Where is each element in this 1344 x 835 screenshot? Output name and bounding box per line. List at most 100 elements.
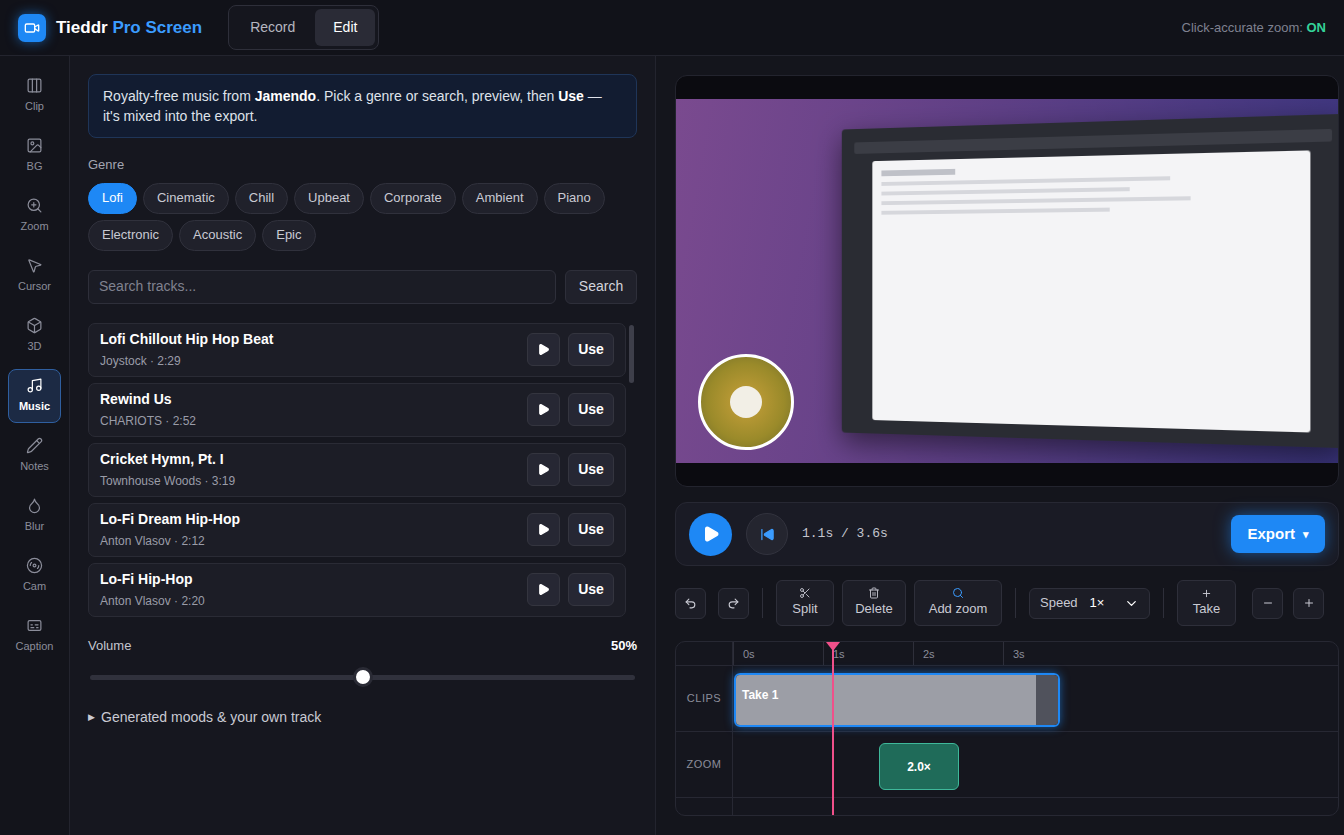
sidebar-icon: [26, 497, 43, 514]
redo-button[interactable]: [718, 588, 749, 619]
app-name: Tieddr Pro Screen: [56, 15, 202, 41]
search-row: Search tracks... Search: [88, 270, 637, 304]
play-icon: [537, 523, 550, 536]
rewind-button[interactable]: [746, 513, 788, 555]
genre-chip[interactable]: Epic: [262, 220, 315, 251]
separator: [1015, 588, 1016, 618]
use-button[interactable]: Use: [568, 333, 614, 366]
trash-icon: [868, 587, 880, 599]
sidebar-item[interactable]: BG: [8, 129, 61, 183]
genre-chip[interactable]: Upbeat: [294, 183, 364, 214]
sidebar-icon: [26, 617, 43, 634]
mode-tab[interactable]: Edit: [315, 9, 375, 46]
edit-toolbar: SplitDeleteAdd zoom Speed1× Take: [675, 580, 1339, 626]
take-button[interactable]: Take: [1177, 580, 1236, 626]
undo-icon: [684, 597, 697, 610]
use-button[interactable]: Use: [568, 393, 614, 426]
sidebar-item[interactable]: Caption: [8, 609, 61, 663]
generated-moods-toggle[interactable]: ▶Generated moods & your own track: [88, 707, 637, 728]
zoom-block[interactable]: 2.0×: [879, 743, 959, 790]
volume-slider[interactable]: [90, 667, 635, 687]
track-row: Rewind UsCHARIOTS · 2:52Use: [88, 383, 626, 437]
sidebar-item[interactable]: 3D: [8, 309, 61, 363]
track-meta: CHARIOTS · 2:52: [100, 412, 527, 430]
sidebar-item[interactable]: Blur: [8, 489, 61, 543]
use-button[interactable]: Use: [568, 453, 614, 486]
track-row: Lo-Fi Hip-HopAnton Vlasov · 2:20Use: [88, 563, 626, 617]
track-row: Lofi Chillout Hip Hop Beat Joystock · 2:2…: [88, 323, 626, 377]
lane-labels: CLIPSZOOM: [676, 642, 733, 815]
use-button[interactable]: Use: [568, 513, 614, 546]
play-button[interactable]: [527, 333, 560, 366]
track-meta: Anton Vlasov · 2:20: [100, 592, 527, 610]
play-button[interactable]: [527, 573, 560, 606]
track-meta: Townhouse Woods · 3:19: [100, 472, 527, 490]
zoom-status: Click-accurate zoom: ON: [1182, 18, 1327, 38]
plus-icon: [1303, 597, 1315, 609]
track-title: Lofi Chillout Hip Hop Beat: [100, 329, 527, 350]
genre-chip[interactable]: Acoustic: [179, 220, 256, 251]
sidebar-item[interactable]: Notes: [8, 429, 61, 483]
add-zoom-button[interactable]: Add zoom: [914, 580, 1002, 626]
volume-thumb[interactable]: [353, 667, 373, 687]
sidebar-item[interactable]: Cam: [8, 549, 61, 603]
track-meta: Joystock · 2:29: [100, 352, 527, 370]
genre-chip[interactable]: Ambient: [462, 183, 538, 214]
rewind-icon: [760, 527, 775, 542]
genre-chip[interactable]: Lofi: [88, 183, 137, 214]
scrollbar[interactable]: [629, 323, 634, 617]
play-icon: [537, 343, 550, 356]
genre-chip[interactable]: Chill: [235, 183, 288, 214]
scrollbar-thumb[interactable]: [629, 325, 634, 383]
volume-reading: 50%: [611, 636, 637, 656]
playhead[interactable]: [832, 642, 834, 815]
play-button[interactable]: [527, 393, 560, 426]
track-meta: Anton Vlasov · 2:12: [100, 532, 527, 550]
camera-icon: [24, 20, 40, 36]
ruler-tick: 3s: [1003, 642, 1093, 665]
zoom-in-button[interactable]: [1293, 588, 1324, 619]
sidebar-item[interactable]: Music: [8, 369, 61, 423]
genre-chip[interactable]: Piano: [544, 183, 605, 214]
clip[interactable]: Take 1: [734, 673, 1060, 727]
sidebar-icon: [26, 137, 43, 154]
track-list: Lofi Chillout Hip Hop Beat Joystock · 2:2…: [88, 323, 626, 617]
zoom-lane: [733, 732, 1338, 798]
clip-handle[interactable]: [1036, 675, 1058, 725]
sidebar-icon: [26, 197, 43, 214]
speed-select[interactable]: Speed1×: [1029, 588, 1150, 619]
search-button[interactable]: Search: [565, 270, 637, 304]
export-button[interactable]: Export▾: [1231, 515, 1325, 553]
sidebar-item[interactable]: Cursor: [8, 249, 61, 303]
delete-button[interactable]: Delete: [842, 580, 906, 626]
lane-label: ZOOM: [676, 732, 732, 798]
play-button[interactable]: [527, 453, 560, 486]
track-row: Lo-Fi Dream Hip-Hop Anton Vlasov · 2:12 Us…: [88, 503, 626, 557]
playhead-handle[interactable]: [826, 642, 840, 651]
plus-icon: [1201, 588, 1212, 599]
track-list-wrap: Lofi Chillout Hip Hop Beat Joystock · 2:2…: [88, 323, 637, 617]
music-panel: Royalty-free music from Jamendo. Pick a …: [70, 56, 656, 835]
track-title: Lo-Fi Dream Hip-Hop: [100, 509, 527, 530]
app: Tieddr Pro Screen RecordEdit Click-accurat…: [0, 0, 1344, 835]
use-button[interactable]: Use: [568, 573, 614, 606]
sidebar: Clip BG Zoom Cursor 3D Music Notes Blur Cam Capti…: [0, 56, 70, 835]
timeline-canvas[interactable]: 0s1s2s3sTake 12.0×: [733, 642, 1338, 815]
undo-button[interactable]: [675, 588, 706, 619]
sidebar-icon: [26, 77, 43, 94]
sidebar-item[interactable]: Clip: [8, 69, 61, 123]
search-input[interactable]: Search tracks...: [88, 270, 556, 304]
zoom-out-button[interactable]: [1252, 588, 1283, 619]
mode-tab[interactable]: Record: [232, 9, 313, 46]
scissors-icon: [799, 587, 811, 599]
sidebar-icon: [26, 377, 43, 394]
genre-chip[interactable]: Corporate: [370, 183, 456, 214]
play-button[interactable]: [689, 513, 732, 556]
genre-chip[interactable]: Cinematic: [143, 183, 229, 214]
play-button[interactable]: [527, 513, 560, 546]
sidebar-item[interactable]: Zoom: [8, 189, 61, 243]
player-bar: 1.1s / 3.6sExport▾: [675, 502, 1339, 566]
genre-chip[interactable]: Electronic: [88, 220, 173, 251]
split-button[interactable]: Split: [776, 580, 834, 626]
captured-screen: [842, 114, 1338, 449]
